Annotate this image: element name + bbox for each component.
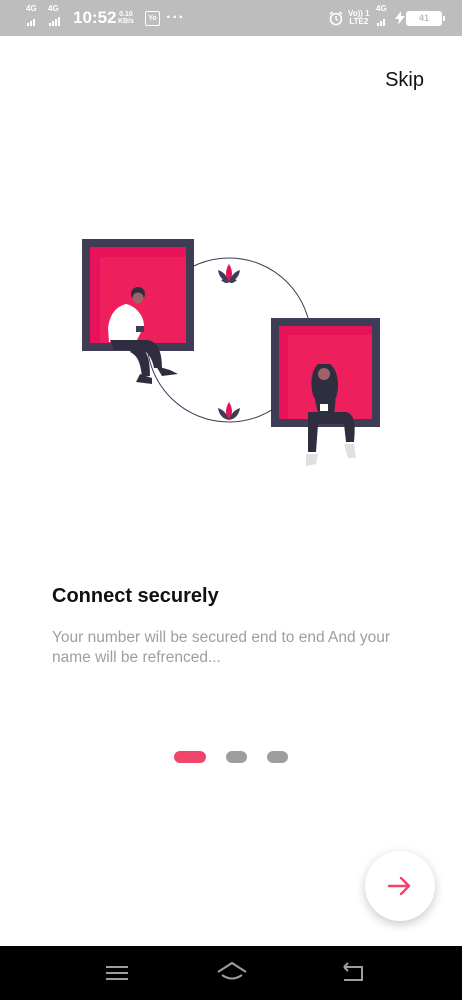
skip-button[interactable]: Skip (385, 69, 424, 92)
sim-badge-icon: Yo (145, 10, 160, 26)
clock: 10:52 (73, 8, 117, 27)
network-right-label: 4G (376, 4, 387, 13)
battery-icon: 41 (406, 0, 445, 36)
speed-unit: KB/s (118, 18, 134, 25)
system-nav-bar (0, 946, 462, 1000)
back-icon[interactable] (338, 960, 368, 986)
arrow-right-icon (387, 876, 411, 896)
sim1-signal: 4G (26, 0, 37, 36)
sim-badge: Yo (145, 0, 160, 36)
page-dot[interactable] (267, 751, 288, 763)
battery-level: 41 (406, 10, 445, 26)
lotus-bottom-icon (218, 402, 240, 420)
status-bar: 4G 4G 10:52 0.10 KB/s Yo ··· Vo)) 1 LTE2 (0, 0, 462, 36)
slide-title: Connect securely (52, 585, 219, 607)
lte-label: LTE2 (349, 17, 369, 26)
network-right: 4G (376, 0, 387, 36)
menu-icon[interactable] (102, 960, 132, 986)
lotus-top-icon (218, 264, 240, 284)
speed-value: 0.10 (119, 11, 133, 18)
signal-icon (377, 19, 385, 26)
sim2-network-label: 4G (48, 4, 59, 13)
home-icon[interactable] (215, 960, 249, 986)
sim2-signal: 4G (48, 0, 60, 36)
charging-icon (395, 0, 405, 36)
sim1-network-label: 4G (26, 4, 37, 13)
connect-people-illustration (82, 239, 380, 466)
next-button[interactable] (365, 851, 435, 921)
volte-indicator: Vo)) 1 LTE2 (348, 0, 370, 36)
network-speed: 0.10 KB/s (118, 0, 134, 36)
page-dot[interactable] (226, 751, 247, 763)
signal-icon (49, 17, 60, 26)
more-notifications: ··· (166, 9, 185, 26)
signal-icon (27, 19, 35, 26)
slide-description: Your number will be secured end to end A… (52, 629, 391, 666)
alarm-icon (328, 0, 344, 36)
page-indicator (0, 751, 462, 763)
page-dot-active[interactable] (174, 751, 206, 763)
